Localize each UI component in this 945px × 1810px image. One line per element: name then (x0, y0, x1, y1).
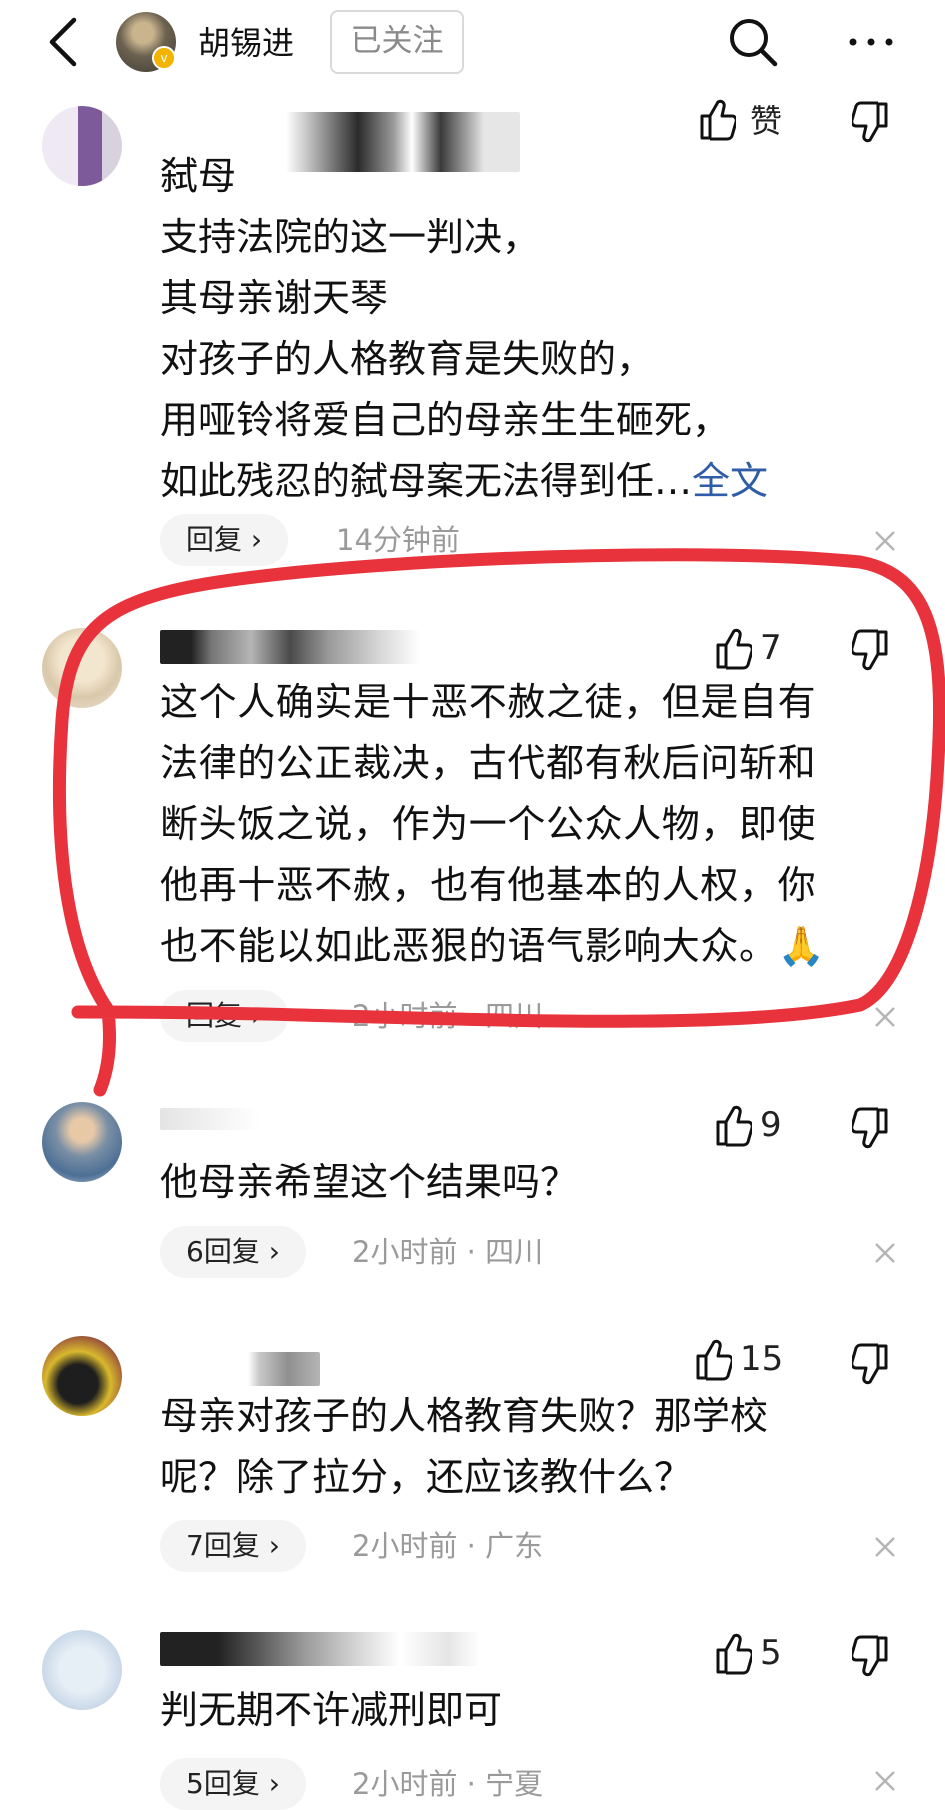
more-icon[interactable] (843, 14, 899, 70)
comment-line: 这个人确实是十恶不赦之徒，但是自有 (160, 680, 817, 724)
commenter-avatar[interactable] (42, 628, 122, 708)
like-button[interactable]: 9 (712, 1102, 782, 1148)
commenter-avatar[interactable] (42, 1630, 122, 1710)
comment-text: 他母亲希望这个结果吗？ (160, 1152, 578, 1213)
comment-line: 法律的公正裁决，古代都有秋后问斩和 (160, 741, 817, 785)
commenter-avatar[interactable] (42, 1102, 122, 1182)
close-icon[interactable] (870, 526, 900, 556)
like-count: 9 (760, 1105, 782, 1145)
comment-text: 判无期不许减刑即可 (160, 1680, 502, 1741)
commenter-name-blurred (160, 1108, 260, 1130)
commenter-avatar[interactable] (42, 1336, 122, 1416)
comment-line: 他母亲希望这个结果吗？ (160, 1160, 579, 1204)
reply-button[interactable]: 5回复 › (160, 1758, 306, 1810)
close-icon[interactable] (870, 1238, 900, 1268)
commenter-name-blurred (160, 1632, 480, 1666)
thumbs-up-icon (696, 1339, 732, 1381)
reply-button[interactable]: 回复 › (160, 990, 289, 1042)
close-icon[interactable] (870, 1532, 900, 1562)
comment-line: 对孩子的人格教育是失败的， (160, 337, 655, 381)
like-button[interactable]: 5 (712, 1630, 782, 1676)
reply-button[interactable]: 7回复 › (160, 1520, 306, 1572)
like-button[interactable]: 7 (712, 625, 782, 671)
comment-time: 2小时前 · 广东 (352, 1529, 544, 1563)
back-arrow-icon[interactable] (44, 14, 84, 70)
search-icon[interactable] (725, 14, 781, 70)
commenter-name-blurred (160, 1352, 320, 1386)
thumbs-up-icon (716, 1633, 752, 1675)
like-button[interactable]: 赞 (696, 96, 782, 142)
comment-line: 呢？除了拉分，还应该教什么？ (160, 1455, 693, 1499)
thumbs-down-icon[interactable] (852, 1106, 894, 1152)
comment-line: 他再十恶不赦，也有他基本的人权，你 (160, 863, 817, 907)
comment-line: 也不能以如此恶狠的语气影响大众。🙏 (160, 924, 826, 968)
verified-badge-icon: v (152, 46, 176, 70)
thumbs-up-icon (716, 628, 752, 670)
comment-time: 2小时前 · 四川 (352, 999, 544, 1033)
comment-line-truncated: 如此残忍的弑母案无法得到任… (160, 459, 693, 503)
like-button[interactable]: 15 (692, 1336, 783, 1382)
author-name[interactable]: 胡锡进 (198, 18, 294, 64)
like-label: 赞 (750, 102, 783, 140)
like-count: 7 (760, 628, 782, 668)
comment-line: 母亲对孩子的人格教育失败？那学校 (160, 1394, 769, 1438)
comment-time: 14分钟前 (336, 523, 460, 557)
reply-button[interactable]: 6回复 › (160, 1226, 306, 1278)
comment-line: 判无期不许减刑即可 (160, 1688, 503, 1732)
follow-button[interactable]: 已关注 (330, 10, 464, 74)
comment-line: 弑母 (160, 154, 237, 198)
comment-line: 用哑铃将爱自己的母亲生生砸死， (160, 398, 731, 442)
thumbs-up-icon (700, 99, 736, 141)
thumbs-down-icon[interactable] (852, 1634, 894, 1680)
comment-line: 其母亲谢天琴 (160, 276, 389, 320)
thumbs-up-icon (716, 1105, 752, 1147)
thumbs-down-icon[interactable] (852, 628, 894, 674)
thumbs-down-icon[interactable] (852, 100, 894, 146)
top-bar: v 胡锡进 已关注 (0, 0, 945, 88)
comment-line: 支持法院的这一判决， (160, 215, 541, 259)
reply-button[interactable]: 回复 › (160, 514, 289, 566)
close-icon[interactable] (870, 1766, 900, 1796)
like-count: 15 (740, 1339, 784, 1379)
commenter-name-blurred (160, 630, 420, 664)
comment-text: 这个人确实是十恶不赦之徒，但是自有 法律的公正裁决，古代都有秋后问斩和 断头饭之… (160, 672, 826, 977)
comment-line: 断头饭之说，作为一个公众人物，即使 (160, 802, 817, 846)
thumbs-down-icon[interactable] (852, 1342, 894, 1388)
comment-text: 母亲对孩子的人格教育失败？那学校 呢？除了拉分，还应该教什么？ (160, 1386, 768, 1508)
commenter-avatar[interactable] (42, 106, 122, 186)
like-count: 5 (760, 1633, 782, 1673)
comment-text: 弑母 支持法院的这一判决， 其母亲谢天琴 对孩子的人格教育是失败的， 用哑铃将爱… (160, 146, 768, 512)
close-icon[interactable] (870, 1002, 900, 1032)
comment-time: 2小时前 · 宁夏 (352, 1767, 544, 1801)
expand-full-text-link[interactable]: 全文 (692, 459, 768, 503)
comment-line: 如此残忍的弑母案无法得到任…全文 (160, 451, 768, 512)
comment-time: 2小时前 · 四川 (352, 1235, 544, 1269)
